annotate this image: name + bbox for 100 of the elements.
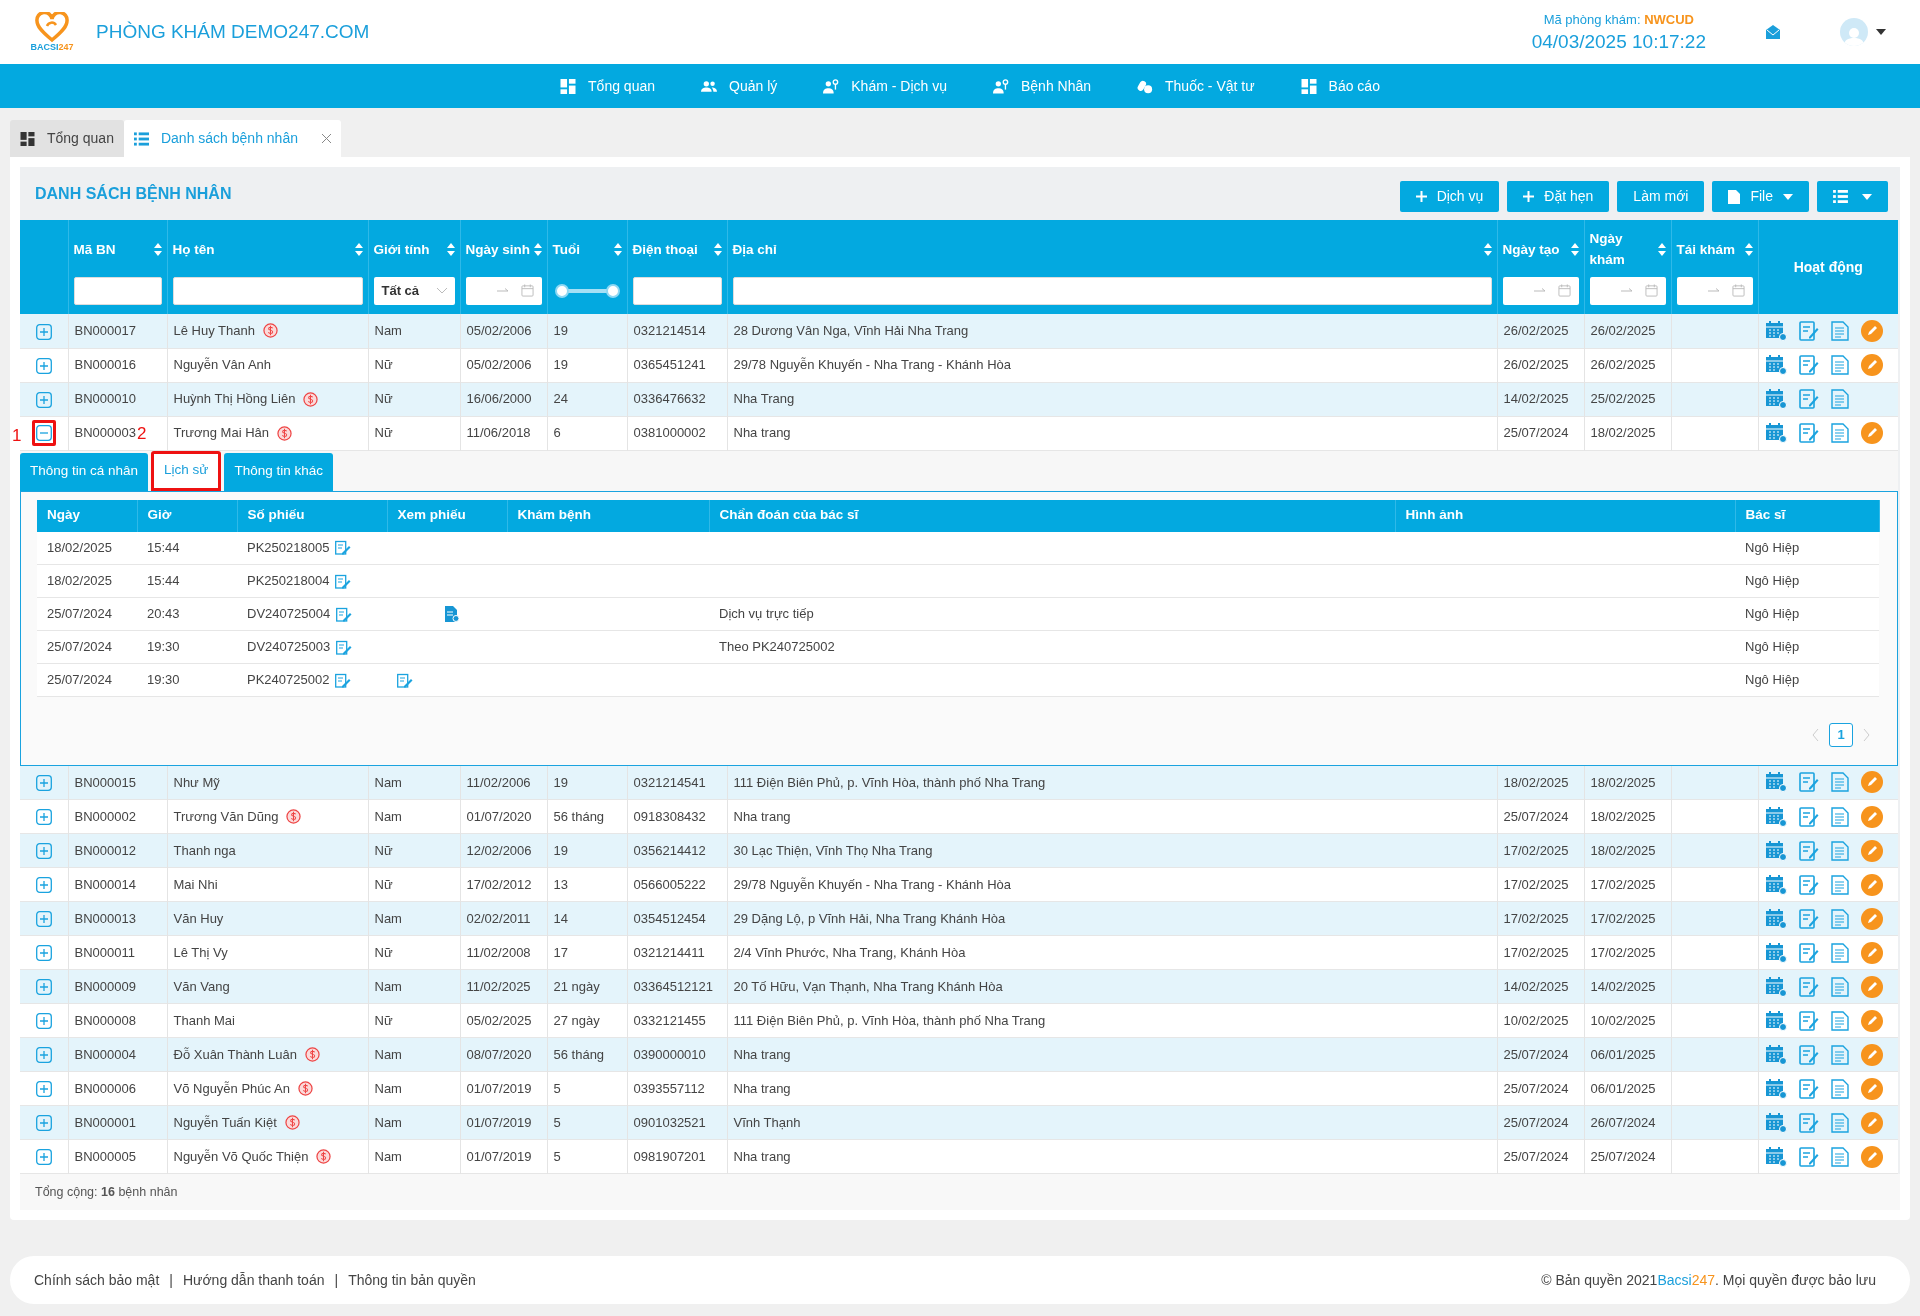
filter-field[interactable] [732, 276, 1492, 305]
calendar-icon[interactable] [1764, 423, 1787, 443]
date-range-field[interactable] [465, 276, 542, 305]
pencil-icon[interactable] [1860, 319, 1883, 342]
pencil-icon[interactable] [1860, 975, 1883, 998]
edit-note-icon[interactable] [1798, 1044, 1819, 1065]
edit-note-icon[interactable] [1798, 806, 1819, 827]
expand-button[interactable] [34, 1046, 53, 1065]
edit-ticket-icon[interactable] [335, 540, 352, 556]
footer-link[interactable]: Hướng dẫn thanh toán [182, 1269, 325, 1291]
document-icon[interactable] [1830, 1010, 1849, 1031]
expand-button[interactable] [34, 910, 53, 929]
edit-note-icon[interactable] [1798, 423, 1819, 443]
nav-item[interactable]: Báo cáo [1300, 75, 1380, 97]
expand-button[interactable] [34, 322, 53, 341]
document-icon[interactable] [1830, 976, 1849, 997]
detail-tab[interactable]: Thông tin khác [224, 452, 333, 491]
calendar-icon[interactable] [1764, 840, 1787, 861]
document-icon[interactable] [1830, 389, 1849, 409]
pencil-icon[interactable] [1860, 839, 1883, 862]
date-range-field[interactable] [1589, 276, 1666, 305]
document-icon[interactable] [1830, 320, 1849, 341]
edit-note-icon[interactable] [1798, 355, 1819, 375]
sort-icon[interactable] [713, 242, 722, 256]
expand-button[interactable] [34, 1148, 53, 1167]
caret-icon[interactable] [1876, 29, 1886, 35]
nav-item[interactable]: Bệnh Nhân [992, 75, 1092, 97]
expand-button[interactable] [34, 876, 53, 895]
calendar-icon[interactable] [1764, 320, 1787, 341]
calendar-icon[interactable] [1764, 1146, 1787, 1167]
calendar-icon[interactable] [1764, 772, 1787, 793]
columns-button[interactable] [1817, 181, 1888, 212]
edit-note-icon[interactable] [1798, 772, 1819, 793]
edit-note-icon[interactable] [1798, 1078, 1819, 1099]
expand-button[interactable] [34, 390, 53, 409]
calendar-icon[interactable] [1764, 1112, 1787, 1133]
sort-icon[interactable] [1744, 242, 1753, 256]
sort-icon[interactable] [613, 242, 622, 256]
detail-tab[interactable]: Thông tin cá nhân [20, 452, 149, 491]
pencil-icon[interactable] [1860, 1043, 1883, 1066]
sort-icon[interactable] [533, 242, 542, 256]
page-tab[interactable]: Danh sách bệnh nhân [123, 120, 341, 157]
document-icon[interactable] [1830, 423, 1849, 443]
edit-note-icon[interactable] [1798, 1112, 1819, 1133]
edit-note-icon[interactable] [1798, 976, 1819, 997]
edit-note-icon[interactable] [1798, 874, 1819, 895]
expand-button[interactable] [34, 842, 53, 861]
calendar-icon[interactable] [1764, 874, 1787, 895]
age-slider[interactable] [554, 283, 620, 298]
report-icon[interactable] [445, 606, 459, 622]
document-icon[interactable] [1830, 908, 1849, 929]
document-icon[interactable] [1830, 1112, 1849, 1133]
calendar-icon[interactable] [1764, 976, 1787, 997]
slider-handle[interactable] [605, 283, 620, 298]
pencil-icon[interactable] [1860, 805, 1883, 828]
toolbar-button[interactable]: Làm mới [1617, 181, 1705, 212]
edit-note-icon[interactable] [1798, 908, 1819, 929]
pencil-icon[interactable] [1860, 1111, 1883, 1134]
pencil-icon[interactable] [1860, 1077, 1883, 1100]
calendar-icon[interactable] [1764, 908, 1787, 929]
collapse-button[interactable] [31, 420, 56, 446]
edit-note-icon[interactable] [1798, 1146, 1819, 1167]
document-icon[interactable] [1830, 874, 1849, 895]
sort-icon[interactable] [446, 242, 455, 256]
filter-field[interactable] [632, 276, 722, 305]
previous-page-icon[interactable] [1812, 729, 1819, 741]
pencil-icon[interactable] [1860, 422, 1883, 444]
sort-icon[interactable] [354, 242, 363, 256]
nav-item[interactable]: Quản lý [701, 75, 778, 97]
sort-icon[interactable] [1483, 242, 1492, 256]
expand-button[interactable] [34, 1012, 53, 1031]
mail-icon[interactable] [1766, 25, 1780, 39]
calendar-icon[interactable] [1764, 1078, 1787, 1099]
document-icon[interactable] [1830, 1044, 1849, 1065]
document-icon[interactable] [1830, 840, 1849, 861]
expand-button[interactable] [34, 808, 53, 827]
edit-note-icon[interactable] [1798, 1010, 1819, 1031]
edit-ticket-icon[interactable] [397, 672, 413, 688]
close-icon[interactable] [321, 134, 331, 143]
expand-button[interactable] [34, 978, 53, 997]
toolbar-button[interactable]: Đặt hẹn [1507, 181, 1610, 212]
calendar-icon[interactable] [1764, 942, 1787, 963]
pencil-icon[interactable] [1860, 873, 1883, 896]
expand-button[interactable] [34, 1114, 53, 1133]
expand-button[interactable] [34, 944, 53, 963]
document-icon[interactable] [1830, 806, 1849, 827]
sort-icon[interactable] [1657, 242, 1666, 256]
document-icon[interactable] [1830, 942, 1849, 963]
calendar-icon[interactable] [1764, 806, 1787, 827]
calendar-icon[interactable] [1764, 1044, 1787, 1065]
sort-icon[interactable] [153, 242, 162, 256]
edit-note-icon[interactable] [1798, 320, 1819, 341]
toolbar-button[interactable]: File [1712, 181, 1809, 212]
slider-handle[interactable] [554, 283, 569, 298]
pencil-icon[interactable] [1860, 1145, 1883, 1168]
gender-filter[interactable]: Tất cả [373, 276, 455, 305]
date-range-field[interactable] [1502, 276, 1579, 305]
footer-link[interactable]: Thông tin bản quyền [348, 1269, 476, 1291]
nav-item[interactable]: Tổng quan [560, 75, 655, 97]
toolbar-button[interactable]: Dịch vụ [1399, 181, 1500, 212]
